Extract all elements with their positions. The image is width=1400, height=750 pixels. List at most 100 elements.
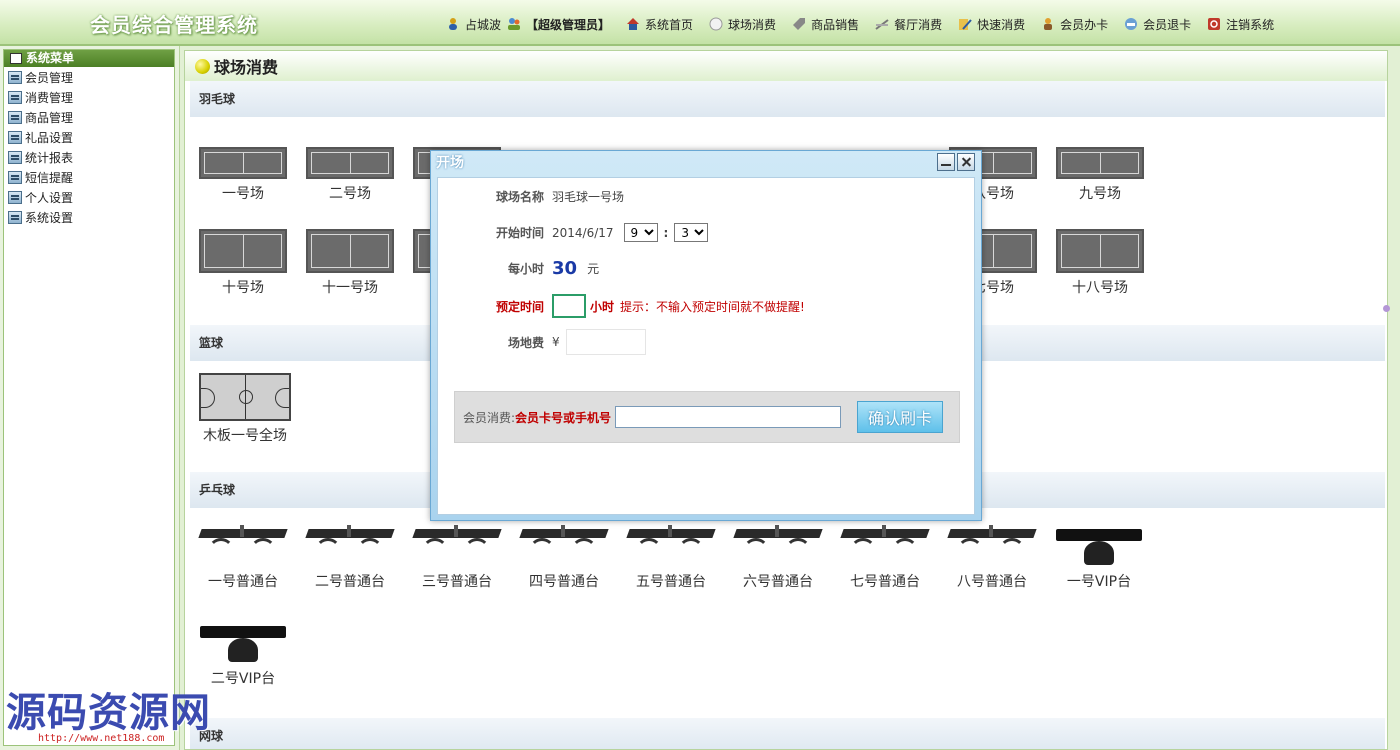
court-name-label: 球场名称 (495, 190, 544, 204)
nav-user[interactable]: 占城波 (446, 16, 501, 33)
court-label: 十一号场 (322, 280, 378, 296)
person-icon (1041, 17, 1055, 31)
pingpong-table-icon (305, 523, 395, 567)
basketball-court-icon (199, 373, 291, 421)
table-tile[interactable]: 三号普通台 (411, 523, 503, 591)
table-tile[interactable]: 四号普通台 (518, 523, 610, 591)
form-icon (8, 170, 22, 184)
court-tile[interactable]: 一号场 (197, 147, 289, 203)
nav-card-refund-label: 会员退卡 (1143, 17, 1192, 32)
table-tile[interactable]: 五号普通台 (625, 523, 717, 591)
minute-select[interactable]: 3 (674, 223, 709, 242)
member-label: 会员消费: (463, 410, 516, 425)
nav-home[interactable]: 系统首页 (626, 16, 693, 33)
table-tile[interactable]: 二号VIP台 (197, 620, 289, 688)
nav-quick[interactable]: 快速消费 (958, 16, 1025, 33)
badminton-court-icon (306, 147, 394, 179)
time-separator: : (663, 225, 669, 240)
table-tile[interactable]: 七号普通台 (839, 523, 931, 591)
sidebar-item-system[interactable]: 系统设置 (4, 207, 174, 227)
table-tile[interactable]: 二号普通台 (304, 523, 396, 591)
pingpong-table-icon (412, 523, 502, 567)
court-label: 二号场 (329, 186, 371, 202)
member-consume-bar: 会员消费: 会员卡号或手机号 确认刷卡 (454, 391, 960, 443)
court-tile[interactable]: 二号场 (304, 147, 396, 203)
sidebar-item-label: 统计报表 (25, 150, 74, 165)
sidebar: 系统菜单 会员管理 消费管理 商品管理 礼品设置 统计报表 短信提醒 个人设置 … (0, 46, 180, 750)
nav-home-label: 系统首页 (645, 17, 694, 32)
sidebar-item-goods[interactable]: 商品管理 (4, 107, 174, 127)
scroll-indicator (1383, 305, 1390, 312)
table-label: 一号VIP台 (1066, 574, 1132, 590)
top-nav: 占城波 【超级管理员】 系统首页 球场消费 商品销售 餐厅消费 快速消费 会员办… (446, 14, 1290, 34)
member-card-input[interactable] (615, 406, 842, 428)
ball-icon (709, 17, 723, 31)
nav-restaurant[interactable]: 餐厅消费 (875, 16, 942, 33)
badminton-court-icon (199, 147, 287, 179)
table-label: 四号普通台 (529, 574, 599, 590)
pingpong-table-icon (519, 523, 609, 567)
table-tile[interactable]: 六号普通台 (732, 523, 824, 591)
sidebar-item-sms[interactable]: 短信提醒 (4, 167, 174, 187)
form-icon (8, 130, 22, 144)
start-time-row: 开始时间 2014/6/17 9 : 3 (448, 223, 709, 242)
court-name-row: 球场名称 羽毛球一号场 (448, 188, 624, 205)
court-tile[interactable]: 十一号场 (304, 229, 396, 297)
table-label: 八号普通台 (957, 574, 1027, 590)
sidebar-item-label: 系统设置 (25, 210, 74, 225)
booking-hours-input[interactable] (552, 294, 586, 318)
sidebar-panel: 系统菜单 会员管理 消费管理 商品管理 礼品设置 统计报表 短信提醒 个人设置 … (3, 49, 175, 746)
table-label: 三号普通台 (422, 574, 492, 590)
users-icon (507, 17, 521, 31)
sidebar-item-member[interactable]: 会员管理 (4, 67, 174, 87)
watermark-text: 源码资源网 (6, 690, 211, 736)
user-icon (446, 17, 460, 31)
vip-table-icon (198, 620, 288, 664)
nav-role: 【超级管理员】 (507, 16, 610, 33)
sidebar-item-personal[interactable]: 个人设置 (4, 187, 174, 207)
sidebar-item-gift[interactable]: 礼品设置 (4, 127, 174, 147)
table-tile[interactable]: 一号VIP台 (1053, 523, 1145, 591)
minimize-icon[interactable] (937, 153, 955, 171)
nav-role-label: 【超级管理员】 (526, 17, 611, 32)
pingpong-table-icon (198, 523, 288, 567)
sidebar-item-consume[interactable]: 消费管理 (4, 87, 174, 107)
nav-logout[interactable]: 注销系统 (1207, 16, 1274, 33)
court-tile[interactable]: 十八号场 (1054, 229, 1146, 297)
nav-card-refund[interactable]: 会员退卡 (1124, 16, 1191, 33)
nav-court[interactable]: 球场消费 (709, 16, 776, 33)
rate-unit: 元 (587, 262, 600, 276)
table-tile[interactable]: 八号普通台 (946, 523, 1038, 591)
hour-select[interactable]: 9 (623, 223, 658, 242)
court-tile[interactable]: 十号场 (197, 229, 289, 297)
confirm-swipe-button[interactable]: 确认刷卡 (857, 401, 944, 433)
close-icon[interactable] (957, 153, 975, 171)
rate-label: 每小时 (507, 262, 544, 276)
refund-icon (1124, 17, 1138, 31)
power-icon (1207, 17, 1221, 31)
rate-row: 每小时 30 元 (448, 258, 599, 279)
nav-card-open-label: 会员办卡 (1060, 17, 1109, 32)
app-title: 会员综合管理系统 (90, 13, 258, 37)
fee-label: 场地费 (507, 335, 544, 350)
dialog-body: 球场名称 羽毛球一号场 开始时间 2014/6/17 9 : 3 每小时 30 … (437, 177, 975, 515)
booking-label: 预定时间 (495, 299, 544, 314)
table-label: 五号普通台 (636, 574, 706, 590)
start-date: 2014/6/17 (552, 225, 614, 240)
nav-goods-label: 商品销售 (811, 17, 860, 32)
member-hint: 会员卡号或手机号 (515, 410, 612, 425)
rate-value: 30 (552, 258, 578, 279)
nav-logout-label: 注销系统 (1226, 17, 1275, 32)
edit-icon (958, 17, 972, 31)
nav-goods[interactable]: 商品销售 (792, 16, 859, 33)
court-name-value: 羽毛球一号场 (552, 190, 625, 204)
pingpong-table-icon (626, 523, 716, 567)
court-tile[interactable]: 九号场 (1054, 147, 1146, 203)
table-tile[interactable]: 一号普通台 (197, 523, 289, 591)
nav-card-open[interactable]: 会员办卡 (1041, 16, 1108, 33)
court-tile[interactable]: 木板一号全场 (199, 373, 291, 445)
form-icon (8, 70, 22, 84)
sidebar-item-report[interactable]: 统计报表 (4, 147, 174, 167)
home-icon (626, 17, 640, 31)
pingpong-table-icon (947, 523, 1037, 567)
